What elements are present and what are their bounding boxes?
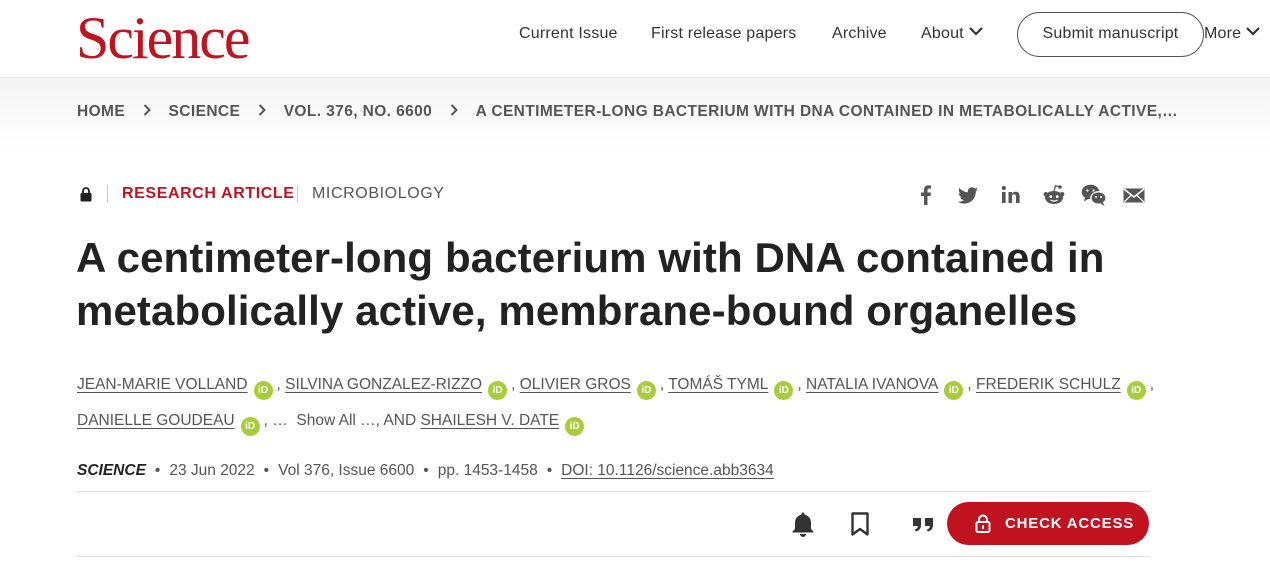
bell-icon[interactable] xyxy=(789,510,817,538)
chevron-down-icon xyxy=(1245,23,1261,41)
dot-separator: • xyxy=(546,462,553,479)
chevron-right-icon xyxy=(143,103,151,121)
article-title: A centimeter-long bacterium with DNA con… xyxy=(76,234,1105,334)
divider xyxy=(77,556,1150,557)
author-separator: , xyxy=(511,376,516,393)
article-subject[interactable]: MICROBIOLOGY xyxy=(312,185,445,203)
author-link[interactable]: DANIELLE GOUDEAU xyxy=(77,412,235,429)
author-list: JEAN-MARIE VOLLAND iD, SILVINA GONZALEZ-R… xyxy=(77,367,1177,439)
author-separator: , xyxy=(263,412,268,429)
show-all-authors-button[interactable]: Show All … xyxy=(296,412,375,429)
email-icon[interactable] xyxy=(1122,182,1148,208)
meta-divider xyxy=(297,185,298,203)
volume-issue[interactable]: Vol 376, Issue 6600 xyxy=(278,462,414,479)
author-link[interactable]: SILVINA GONZALEZ-RIZZO xyxy=(285,376,482,393)
author-link[interactable]: JEAN-MARIE VOLLAND xyxy=(77,376,248,393)
chevron-down-icon xyxy=(968,23,984,41)
breadcrumb: HOME SCIENCE VOL. 376, NO. 6600 A CENTIM… xyxy=(77,103,1178,121)
orcid-icon[interactable]: iD xyxy=(944,381,964,400)
orcid-icon[interactable]: iD xyxy=(774,381,794,400)
breadcrumb-science[interactable]: SCIENCE xyxy=(169,103,241,121)
chevron-right-icon xyxy=(258,103,266,121)
article-type[interactable]: RESEARCH ARTICLE xyxy=(122,185,295,203)
dot-separator: • xyxy=(154,462,161,479)
orcid-icon[interactable]: iD xyxy=(488,381,508,400)
nav-about-label: About xyxy=(921,25,964,42)
author-and-separator: , AND xyxy=(375,412,417,429)
wechat-icon[interactable] xyxy=(1080,182,1107,208)
nav-about[interactable]: About xyxy=(921,25,984,43)
orcid-icon[interactable]: iD xyxy=(240,417,260,436)
author-separator: , xyxy=(1149,376,1155,393)
breadcrumb-volume[interactable]: VOL. 376, NO. 6600 xyxy=(284,103,433,121)
author-separator: , xyxy=(797,376,802,393)
doi-link[interactable]: DOI: 10.1126/science.abb3634 xyxy=(561,462,774,479)
bookmark-icon[interactable] xyxy=(846,510,874,538)
page-range: pp. 1453-1458 xyxy=(437,462,538,479)
orcid-icon[interactable]: iD xyxy=(253,381,273,400)
nav-more-label: More xyxy=(1204,25,1242,42)
twitter-icon[interactable] xyxy=(955,182,981,208)
publication-info: SCIENCE • 23 Jun 2022 • Vol 376, Issue 6600 •… xyxy=(77,462,774,480)
author-link[interactable]: NATALIA IVANOVA xyxy=(806,376,938,393)
orcid-icon[interactable]: iD xyxy=(636,381,656,400)
reddit-icon[interactable] xyxy=(1041,182,1067,208)
facebook-icon[interactable] xyxy=(913,182,939,208)
site-header: Science Current Issue First release pape… xyxy=(0,0,1270,78)
lock-icon xyxy=(975,514,991,537)
author-separator: , xyxy=(276,376,281,393)
author-link[interactable]: TOMÁŠ TYML xyxy=(668,376,768,393)
lock-icon xyxy=(80,187,92,207)
breadcrumb-home[interactable]: HOME xyxy=(77,103,125,121)
author-ellipsis: … xyxy=(272,412,288,429)
breadcrumb-current: A CENTIMETER-LONG BACTERIUM WITH DNA CON… xyxy=(475,103,1179,120)
linkedin-icon[interactable] xyxy=(998,182,1024,208)
author-link[interactable]: OLIVIER GROS xyxy=(520,376,631,393)
author-separator: , xyxy=(659,376,665,393)
nav-first-release-papers[interactable]: First release papers xyxy=(651,25,796,43)
nav-current-issue[interactable]: Current Issue xyxy=(519,25,618,43)
check-access-button[interactable]: CHECK ACCESS xyxy=(947,502,1149,545)
author-link[interactable]: SHAILESH V. DATE xyxy=(420,412,559,429)
meta-divider xyxy=(107,185,108,203)
orcid-icon[interactable]: iD xyxy=(565,417,585,436)
dot-separator: • xyxy=(423,462,429,479)
publication-date: 23 Jun 2022 xyxy=(169,462,255,479)
chevron-right-icon xyxy=(450,103,458,121)
journal-name[interactable]: SCIENCE xyxy=(77,462,146,479)
nav-archive[interactable]: Archive xyxy=(832,25,887,43)
submit-manuscript-button[interactable]: Submit manuscript xyxy=(1017,12,1204,57)
citation-icon[interactable] xyxy=(910,510,938,538)
orcid-icon[interactable]: iD xyxy=(1126,381,1146,400)
nav-more[interactable]: More xyxy=(1204,25,1261,43)
divider xyxy=(77,491,1150,492)
author-link[interactable]: FREDERIK SCHULZ xyxy=(976,376,1121,393)
check-access-label: CHECK ACCESS xyxy=(1005,515,1135,532)
dot-separator: • xyxy=(263,462,270,479)
science-logo[interactable]: Science xyxy=(76,6,251,70)
author-separator: , xyxy=(967,376,972,393)
